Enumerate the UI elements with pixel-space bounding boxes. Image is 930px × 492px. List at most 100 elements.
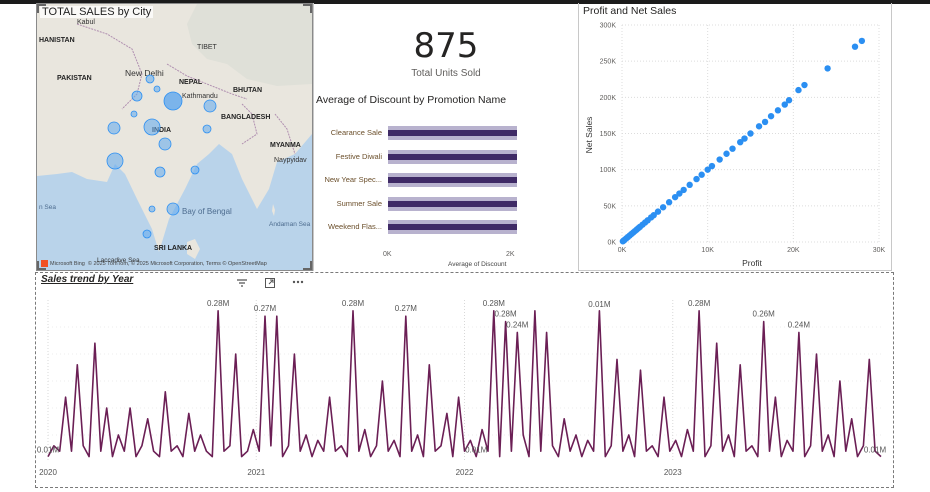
discount-category-label: Festive Diwali [335,151,382,161]
line-data-label: 0.26M [753,310,776,319]
city-bubble[interactable] [163,91,183,111]
discount-bar[interactable] [388,200,518,207]
scatter-y-tick: 250K [600,59,617,66]
line-data-label: 0.01M [864,446,887,455]
city-bubble[interactable] [131,90,143,102]
line-data-label: 0.24M [788,320,811,329]
scatter-x-tick: 30K [873,247,886,254]
map-label-kathmandu: Kathmandu [182,93,218,100]
scatter-x-tick: 0K [618,247,627,254]
more-options-icon[interactable] [292,277,304,290]
scatter-y-tick: 200K [600,95,617,102]
scatter-y-tick: 50K [604,203,617,210]
scatter-point[interactable] [824,65,831,72]
scatter-chart[interactable]: 0K 50K 100K 150K 200K 250K 300K 0K 10K 20K 30K Pro… [579,15,891,270]
discount-bar[interactable] [388,224,518,230]
bing-label: Microsoft Bing [50,260,85,267]
scatter-point[interactable] [729,145,736,152]
scatter-point[interactable] [858,37,866,45]
scatter-y-tick: 150K [600,131,617,138]
discount-bar[interactable] [388,177,518,183]
city-bubble[interactable] [130,110,138,118]
map-label-kabul: Kabul [77,19,95,26]
map-label-bay-of-bengal: Bay of Bengal [182,207,232,216]
resize-handle[interactable] [303,261,312,270]
city-bubble[interactable] [202,124,212,134]
city-bubble[interactable] [145,74,155,84]
scatter-point[interactable] [671,193,679,201]
city-bubble[interactable] [153,85,161,93]
city-bubble[interactable] [107,121,121,135]
discount-x-axis-label: Average of Discount [448,261,507,268]
scatter-point[interactable] [693,175,700,183]
scatter-point[interactable] [755,123,763,130]
city-bubble[interactable] [154,166,166,178]
scatter-point[interactable] [795,86,802,94]
resize-handle[interactable] [303,4,312,13]
scatter-point[interactable] [659,204,667,211]
scatter-point[interactable] [716,156,723,163]
map-label-sri-lanka: SRI LANKA [154,245,192,252]
line-data-label: 0.27M [254,304,277,313]
scatter-point[interactable] [723,150,730,157]
scatter-y-tick: 300K [600,23,617,30]
scatter-point[interactable] [704,166,711,173]
line-data-label: 0.24M [506,320,529,329]
scatter-point[interactable] [747,130,754,137]
city-bubble[interactable] [190,165,200,175]
scatter-point[interactable] [781,101,788,108]
year-axis-label: 2023 [664,468,682,477]
scatter-point[interactable] [686,181,693,189]
map-label-afghanistan: HANISTAN [39,37,75,44]
line-data-label: 0.27M [395,304,418,313]
line-data-label: 0.28M [688,299,711,308]
scatter-point[interactable] [774,107,782,114]
city-bubble[interactable] [106,152,124,170]
scatter-point[interactable] [767,112,775,120]
line-data-label: 0.28M [342,299,365,308]
map-title: TOTAL SALES by City [40,6,154,18]
scatter-point[interactable] [851,43,859,50]
scatter-point[interactable] [665,199,673,206]
discount-category-label: Summer Sale [336,198,382,208]
resize-handle[interactable] [37,4,46,13]
resize-handle[interactable] [37,261,46,270]
map-label-bhutan: BHUTAN [233,87,262,94]
city-bubble[interactable] [203,99,217,113]
kpi-label: Total Units Sold [411,68,481,79]
city-bubble[interactable] [158,137,172,151]
scatter-y-axis-label: Net Sales [584,117,594,154]
panel-divider [891,3,892,271]
scatter-point[interactable] [737,138,744,146]
line-data-label: 0.01M [465,446,488,455]
map-label-myanmar: MYANMA [270,142,301,149]
discount-bar[interactable] [388,153,518,160]
sales-trend-chart[interactable]: 0.01M 0.28M 0.27M 0.28M 0.27M 0.01M 0.28M 0.28M… [36,290,891,482]
attribution-text[interactable]: © 2025 TomTom, © 2025 Microsoft Corporat… [88,261,267,267]
map-label-naypyidaw: Naypyidav [274,157,307,164]
discount-bar[interactable] [388,130,518,136]
year-axis-label: 2021 [247,468,265,477]
scatter-x-axis-label: Profit [742,258,762,268]
scatter-point[interactable] [698,171,705,178]
scatter-x-tick: 20K [787,247,800,254]
city-bubble[interactable] [148,205,156,213]
map-label-nepal: NEPAL [179,79,203,86]
scatter-point[interactable] [801,81,808,89]
city-bubble[interactable] [142,229,152,239]
map-attribution: Microsoft Bing © 2025 TomTom, © 2025 Mic… [41,260,267,267]
city-bubble[interactable] [143,118,161,136]
scatter-point[interactable] [619,238,627,245]
discount-x-tick: 0K [383,251,392,258]
year-axis-label: 2020 [39,468,57,477]
map-canvas[interactable]: Kabul HANISTAN PAKISTAN TIBET New Delhi … [37,4,312,270]
scatter-y-tick: 100K [600,167,617,174]
year-axis-label: 2022 [456,468,474,477]
scatter-point[interactable] [761,118,769,126]
line-data-label: 0.01M [588,300,611,309]
city-bubble[interactable] [166,202,180,216]
sales-map[interactable]: TOTAL SALES by City Kabul HANISTAN PAKIS… [36,3,313,271]
line-data-label: 0.28M [207,299,230,308]
line-data-label: 0.28M [483,299,506,308]
panel-divider [578,270,892,271]
